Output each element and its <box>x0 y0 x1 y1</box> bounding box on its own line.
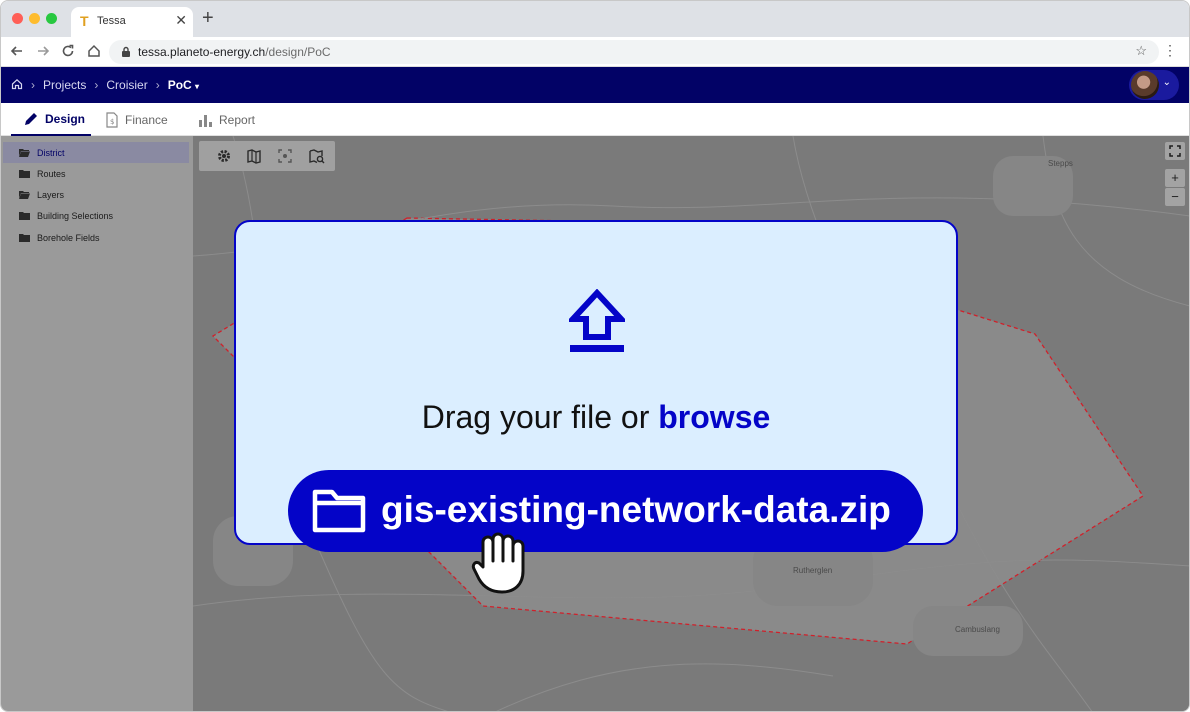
upload-arrow-icon <box>569 289 625 352</box>
sidebar-item-label: Building Selections <box>37 210 114 221</box>
sidebar-item-label: District <box>37 147 65 158</box>
map-icon[interactable] <box>246 148 262 164</box>
new-tab-button[interactable]: + <box>202 8 214 28</box>
address-bar[interactable]: tessa.planeto-energy.ch/design/PoC ☆ <box>109 40 1159 64</box>
folder-icon <box>19 212 30 220</box>
fullscreen-icon <box>1169 145 1181 157</box>
dragged-file-chip[interactable]: gis-existing-network-data.zip <box>288 470 923 552</box>
sidebar-item-label: Borehole Fields <box>37 232 100 243</box>
tessa-favicon-icon: T <box>80 13 89 29</box>
focus-icon[interactable] <box>277 148 293 164</box>
sidebar-item-building-selections[interactable]: Building Selections <box>3 205 189 226</box>
chevron-down-icon: ▾ <box>195 82 200 91</box>
user-menu-button[interactable]: ⌄ <box>1129 70 1179 100</box>
tab-title: Tessa <box>97 15 126 27</box>
breadcrumb: › Projects › Croisier › PoC ▾ <box>11 67 199 103</box>
pencil-icon <box>25 112 37 125</box>
breadcrumb-separator-icon: › <box>31 78 35 92</box>
fullscreen-button[interactable] <box>1165 142 1185 160</box>
home-icon[interactable] <box>11 78 23 93</box>
breadcrumb-projects[interactable]: Projects <box>43 78 86 92</box>
tab-report[interactable]: Report <box>197 103 255 136</box>
tab-design[interactable]: Design <box>11 103 92 136</box>
app-header: › Projects › Croisier › PoC ▾ ⌄ <box>1 67 1189 103</box>
tab-design-label: Design <box>45 111 86 126</box>
url-path: /design/PoC <box>265 45 331 59</box>
breadcrumb-croisier[interactable]: Croisier <box>106 78 147 92</box>
folder-icon <box>19 170 30 178</box>
breadcrumb-separator-icon: › <box>155 78 160 92</box>
dropzone-instructions: Drag your file or browse <box>236 399 956 436</box>
sidebar-item-routes[interactable]: Routes <box>3 163 189 184</box>
browser-tab[interactable]: T Tessa ✕ <box>71 7 193 37</box>
tab-close-icon[interactable]: ✕ <box>175 12 187 29</box>
map-place-label: Rutherglen <box>793 566 833 575</box>
invoice-icon: $ <box>106 111 118 128</box>
breadcrumb-separator-icon: › <box>94 78 99 92</box>
folder-open-icon <box>19 191 30 199</box>
sidebar-item-layers[interactable]: Layers <box>3 184 189 205</box>
browse-link[interactable]: browse <box>658 399 770 435</box>
sidebar-item-borehole-fields[interactable]: Borehole Fields <box>3 227 189 248</box>
browser-toolbar: tessa.planeto-energy.ch/design/PoC ☆ ⋮ <box>1 37 1189 67</box>
gear-icon[interactable] <box>216 148 232 164</box>
tab-report-label: Report <box>219 112 256 127</box>
map-toolbar <box>199 141 335 171</box>
lock-icon <box>121 45 131 63</box>
home-page-icon[interactable] <box>85 42 103 60</box>
bookmark-star-icon[interactable]: ☆ <box>1135 43 1147 59</box>
maximize-window-button[interactable] <box>46 13 57 24</box>
layer-tree-sidebar: District Routes Layers Building Selectio… <box>1 136 193 711</box>
drag-text: Drag your file or <box>421 399 650 435</box>
folder-icon <box>19 234 30 242</box>
forward-icon[interactable] <box>34 42 52 60</box>
file-name-label: gis-existing-network-data.zip <box>381 489 891 530</box>
folder-icon <box>312 489 366 533</box>
url-text: tessa.planeto-energy.ch/design/PoC <box>138 45 331 59</box>
tab-finance-label: Finance <box>125 112 168 127</box>
sidebar-item-label: Routes <box>37 168 66 179</box>
bar-chart-icon <box>199 114 212 127</box>
map-place-label: Stepps <box>1048 159 1073 168</box>
zoom-in-button[interactable]: + <box>1165 169 1185 187</box>
breadcrumb-current[interactable]: PoC ▾ <box>168 78 199 92</box>
url-host: tessa.planeto-energy.ch <box>138 45 266 59</box>
reload-icon[interactable] <box>59 42 77 60</box>
browser-window: T Tessa ✕ + tessa.planeto-energy.ch/desi… <box>0 0 1190 712</box>
back-icon[interactable] <box>8 42 26 60</box>
breadcrumb-poc-label: PoC <box>167 78 192 92</box>
minimize-window-button[interactable] <box>29 13 40 24</box>
sidebar-item-label: Layers <box>37 189 65 200</box>
svg-text:$: $ <box>110 118 114 126</box>
browser-tab-strip: T Tessa ✕ + <box>1 1 1189 37</box>
browser-menu-icon[interactable]: ⋮ <box>1163 43 1177 57</box>
avatar <box>1131 71 1159 99</box>
map-place-label: Cambuslang <box>955 625 1000 634</box>
sidebar-item-district[interactable]: District <box>3 142 189 163</box>
grab-hand-cursor-icon <box>471 532 525 594</box>
chevron-down-icon: ⌄ <box>1162 77 1171 88</box>
folder-open-icon <box>19 149 30 157</box>
map-search-icon[interactable] <box>309 148 325 164</box>
tab-finance[interactable]: $ Finance <box>105 103 168 136</box>
zoom-out-button[interactable]: − <box>1165 188 1185 206</box>
app-tabs: Design $ Finance Report <box>1 103 1189 136</box>
close-window-button[interactable] <box>12 13 23 24</box>
